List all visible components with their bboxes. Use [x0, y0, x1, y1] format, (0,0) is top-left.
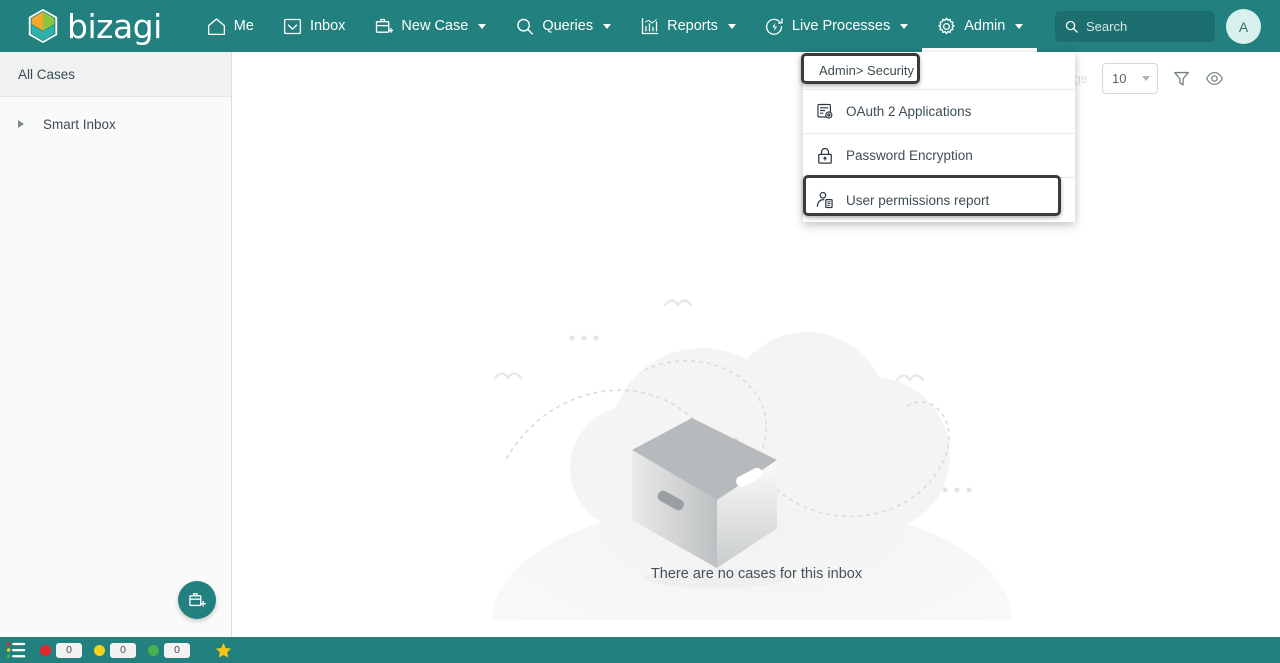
sidebar-title-label: All Cases — [18, 66, 76, 82]
status-count-at-risk: 0 — [110, 642, 136, 658]
results-per-page-value: 10 — [1112, 70, 1127, 86]
bizagi-logo[interactable]: bizagi — [26, 0, 162, 52]
chevron-down-icon — [1142, 75, 1150, 81]
empty-state-message: There are no cases for this inbox — [650, 566, 863, 582]
status-count-overdue: 0 — [56, 642, 82, 658]
list-menu-icon[interactable] — [6, 641, 27, 659]
nav-label-reports: Reports — [667, 18, 718, 34]
admin-menu-item-user-permissions-report[interactable]: User permissions report — [803, 178, 1075, 222]
search-icon — [1065, 20, 1078, 33]
nav-label-new-case: New Case — [401, 18, 469, 34]
breadcrumb-label: Admin> Security — [819, 63, 915, 78]
nav-item-me[interactable]: Me — [192, 0, 268, 52]
nav-item-live-processes[interactable]: Live Processes — [750, 0, 922, 52]
main-content: Results per page 10 — [233, 52, 1280, 637]
nav-label-admin: Admin — [964, 18, 1006, 34]
avatar-initial: A — [1238, 18, 1249, 35]
status-dot-red — [40, 644, 51, 656]
global-search[interactable] — [1055, 11, 1215, 42]
status-counter-on-time[interactable]: 0 — [148, 642, 190, 658]
results-per-page-select[interactable]: 10 — [1102, 62, 1158, 94]
search-magnifier-icon — [517, 18, 534, 35]
filter-funnel-icon[interactable] — [1172, 69, 1191, 88]
chevron-right-icon[interactable] — [18, 120, 24, 128]
admin-menu-item-password-encryption[interactable]: Password Encryption — [803, 134, 1075, 178]
bizagi-work-portal: bizagi Me Inbox New Case Queries Reports… — [0, 0, 1280, 663]
lock-icon — [818, 147, 832, 164]
bar-chart-icon — [641, 17, 659, 34]
sidebar-item-smart-inbox[interactable]: Smart Inbox — [0, 109, 231, 139]
nav-label-live-processes: Live Processes — [791, 18, 891, 34]
user-avatar[interactable]: A — [1226, 9, 1261, 44]
user-permissions-report-icon — [816, 191, 833, 209]
nav-label-inbox: Inbox — [309, 18, 346, 34]
nav-item-reports[interactable]: Reports — [625, 0, 750, 52]
nav-label-me: Me — [233, 18, 254, 34]
chevron-down-icon — [603, 23, 612, 29]
status-counter-overdue[interactable]: 0 — [40, 642, 82, 658]
star-icon[interactable] — [214, 641, 233, 660]
status-dot-green — [148, 644, 159, 656]
inbox-tray-icon — [283, 18, 301, 34]
nav-item-admin[interactable]: Admin — [922, 0, 1038, 52]
live-processes-bolt-icon — [765, 17, 783, 35]
oauth-application-gear-icon — [817, 103, 833, 119]
new-case-fab-button[interactable] — [178, 581, 216, 619]
gear-icon — [938, 17, 955, 34]
eye-icon[interactable] — [1205, 69, 1224, 88]
sidebar-title: All Cases — [0, 52, 231, 97]
bizagi-logo-text: bizagi — [67, 6, 162, 46]
new-case-briefcase-plus-icon — [189, 593, 206, 607]
chevron-down-icon — [900, 23, 909, 29]
main-navigation: Me Inbox New Case Queries Reports Live P… — [192, 0, 1038, 52]
new-case-briefcase-plus-icon — [376, 18, 394, 33]
bottom-status-bar: 0 0 0 — [0, 637, 1280, 663]
nav-label-queries: Queries — [542, 18, 594, 34]
home-icon — [207, 17, 225, 35]
chevron-down-icon — [478, 23, 487, 29]
nav-item-queries[interactable]: Queries — [500, 0, 625, 52]
admin-menu-label-password-encryption: Password Encryption — [846, 148, 973, 163]
top-header-bar: bizagi Me Inbox New Case Queries Reports… — [0, 0, 1280, 52]
status-dot-yellow — [94, 644, 105, 656]
sidebar-item-label: Smart Inbox — [43, 116, 116, 132]
nav-item-inbox[interactable]: Inbox — [268, 0, 359, 52]
status-counter-at-risk[interactable]: 0 — [94, 642, 136, 658]
chevron-down-icon — [1015, 23, 1024, 29]
nav-item-new-case[interactable]: New Case — [359, 0, 500, 52]
admin-menu-item-oauth-2-applications[interactable]: OAuth 2 Applications — [803, 90, 1075, 134]
bizagi-hexagon-logo-icon — [28, 8, 58, 44]
search-input[interactable] — [1086, 19, 1201, 34]
admin-menu-breadcrumb: Admin> Security — [803, 52, 1075, 90]
admin-menu-label-oauth: OAuth 2 Applications — [846, 104, 972, 119]
status-count-on-time: 0 — [164, 642, 190, 658]
admin-dropdown-menu: Admin> Security OAuth 2 Applications Pas… — [803, 52, 1075, 222]
cases-sidebar: All Cases Smart Inbox — [0, 52, 232, 637]
chevron-down-icon — [727, 23, 736, 29]
admin-menu-label-user-permissions-report: User permissions report — [846, 192, 990, 208]
